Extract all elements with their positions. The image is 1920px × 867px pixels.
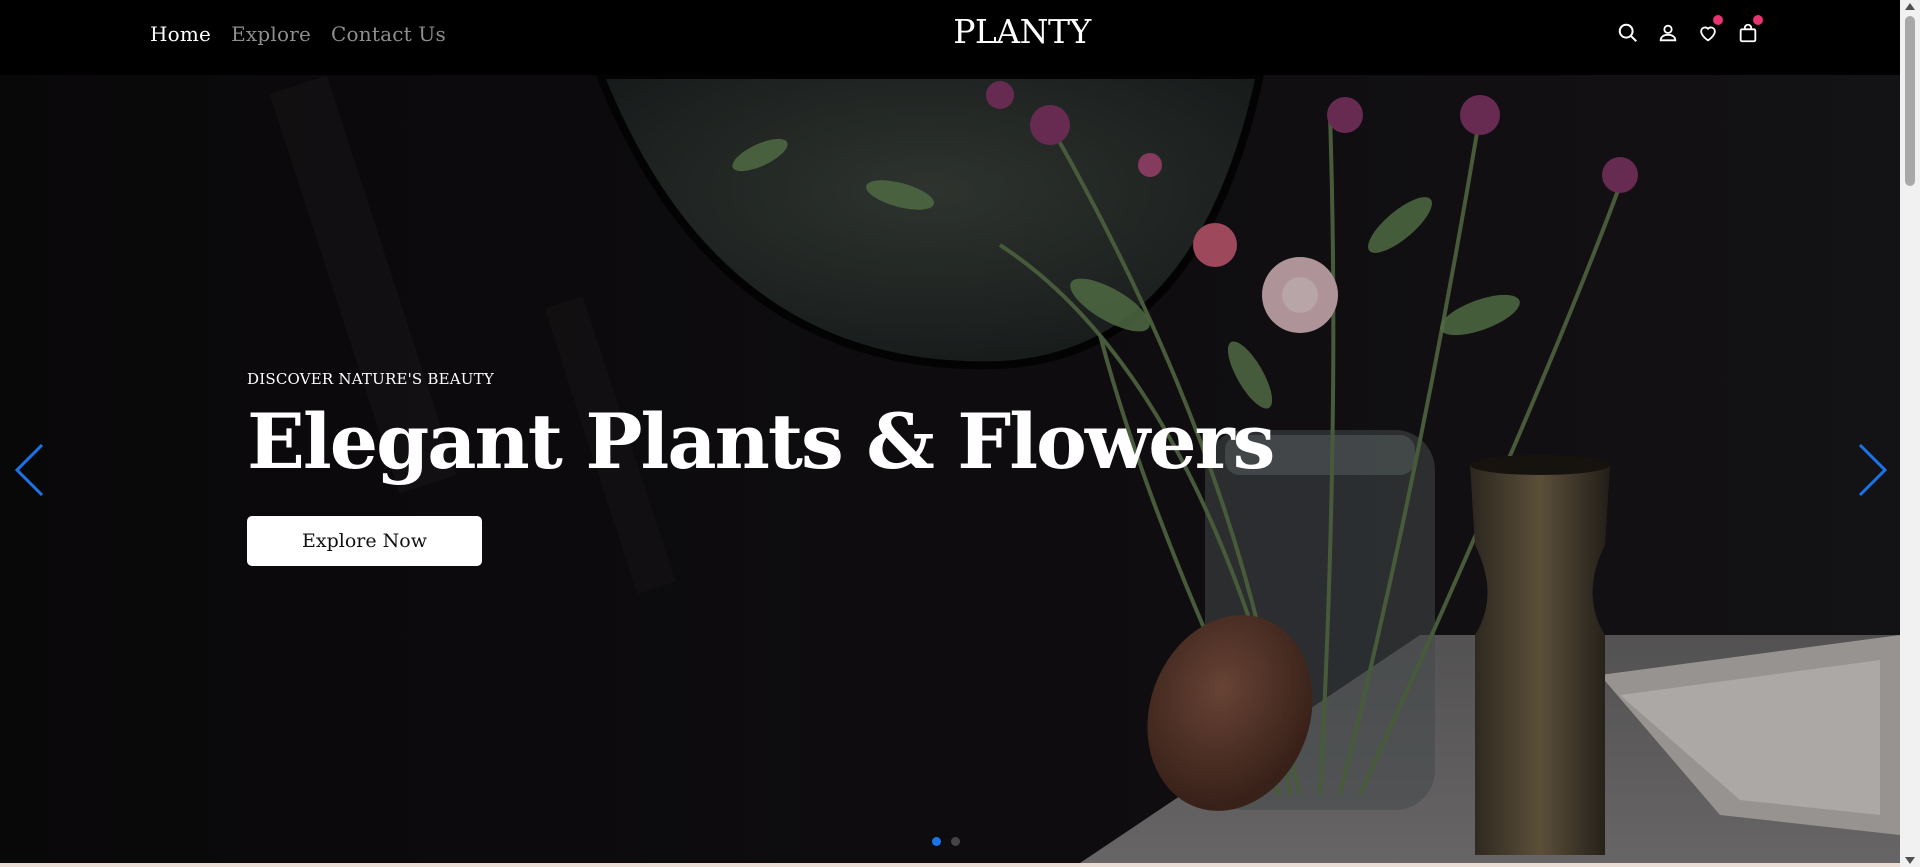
search-button[interactable] — [1616, 18, 1640, 48]
wishlist-badge — [1713, 15, 1723, 25]
top-navigation-bar: Home Explore Contact Us PLANTY — [0, 0, 1900, 75]
scroll-down-icon[interactable] — [1905, 857, 1915, 864]
carousel-pagination — [932, 837, 960, 846]
hero-headline: Elegant Plants & Flowers — [247, 397, 1275, 486]
search-icon — [1618, 23, 1637, 42]
hero-content: DISCOVER NATURE'S BEAUTY Elegant Plants … — [247, 370, 1275, 566]
carousel-prev-button[interactable] — [12, 440, 52, 500]
cart-button[interactable] — [1736, 15, 1763, 48]
heart-icon — [1700, 26, 1716, 42]
carousel-next-button[interactable] — [1850, 440, 1890, 500]
cart-badge — [1753, 15, 1763, 25]
cart-icon — [1739, 23, 1757, 43]
header-actions — [1616, 15, 1763, 48]
scroll-up-icon[interactable] — [1905, 3, 1915, 10]
explore-now-button[interactable]: Explore Now — [247, 516, 482, 566]
hero-eyebrow: DISCOVER NATURE'S BEAUTY — [247, 370, 494, 388]
hero-carousel: DISCOVER NATURE'S BEAUTY Elegant Plants … — [0, 75, 1900, 863]
account-button[interactable] — [1656, 18, 1680, 48]
wishlist-button[interactable] — [1696, 15, 1723, 48]
brand-name[interactable]: PLANTY — [953, 12, 1091, 51]
carousel-dot-2[interactable] — [951, 837, 960, 846]
chevron-right-icon — [1858, 443, 1888, 497]
chevron-left-icon — [14, 443, 44, 497]
carousel-dot-1[interactable] — [932, 837, 941, 846]
user-icon — [1659, 24, 1677, 42]
vertical-scrollbar[interactable] — [1900, 0, 1920, 867]
scrollbar-thumb[interactable] — [1905, 16, 1915, 186]
page-bottom-edge — [0, 863, 1900, 867]
